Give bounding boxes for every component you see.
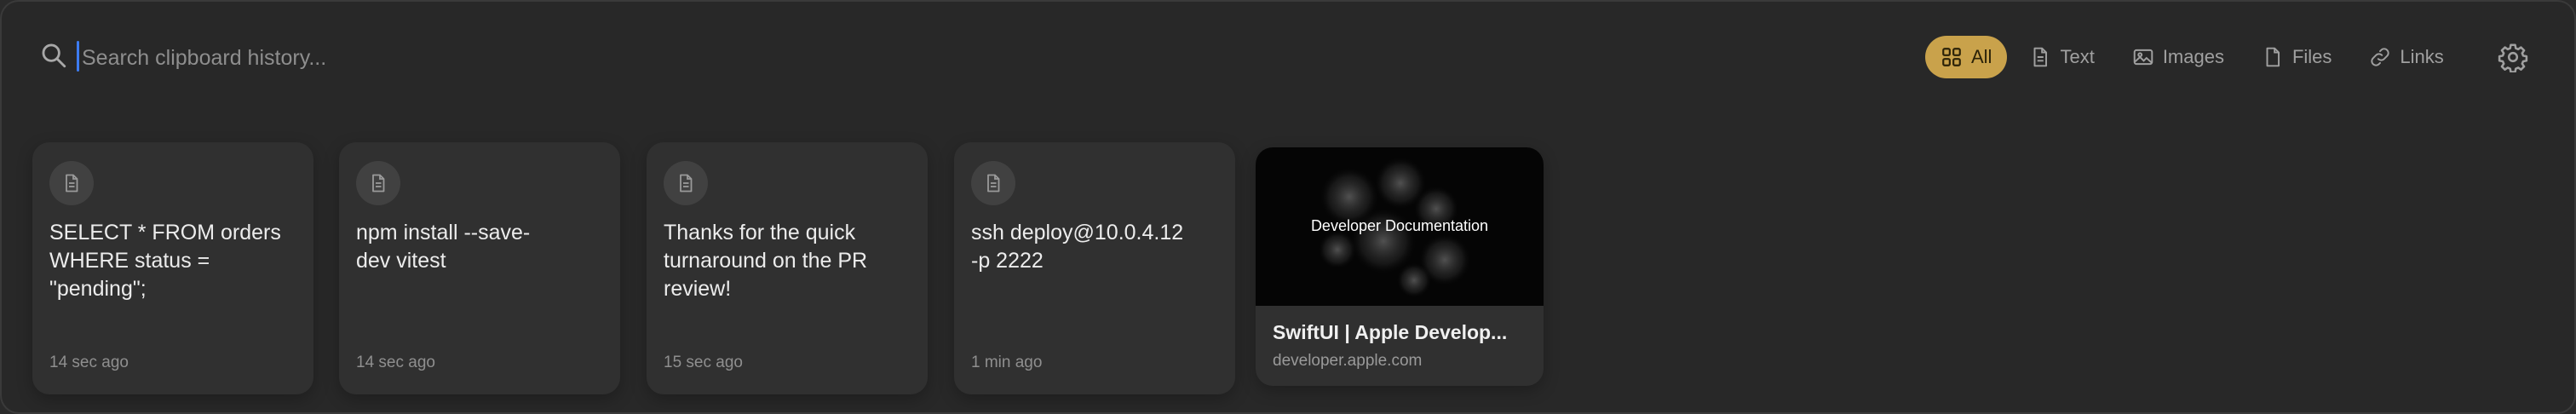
clip-card[interactable]: Thanks for the quick turnaround on the P…	[647, 142, 928, 394]
clip-timestamp: 14 sec ago	[356, 354, 435, 371]
clip-timestamp: 1 min ago	[971, 354, 1043, 371]
clip-timestamp: 14 sec ago	[49, 354, 129, 371]
filter-bar: All Text Images Files Links	[1925, 36, 2466, 78]
clip-content: SELECT * FROM orders WHERE status = "pen…	[49, 221, 281, 301]
clip-content: npm install --save- dev vitest	[356, 221, 531, 273]
filter-images[interactable]: Images	[2117, 36, 2240, 78]
image-icon	[2133, 49, 2153, 66]
filter-label: All	[1971, 46, 1992, 67]
document-icon	[971, 161, 1015, 205]
document-icon	[356, 161, 400, 205]
search-input[interactable]	[80, 37, 1106, 78]
filter-text[interactable]: Text	[2014, 36, 2109, 78]
file-icon	[2266, 47, 2280, 67]
clipboard-panel: All Text Images Files	[0, 0, 2576, 414]
link-title: SwiftUI | Apple Develop...	[1273, 321, 1508, 343]
link-clip-card[interactable]: Developer Documentation SwiftUI | Apple …	[1256, 147, 1544, 386]
filter-links[interactable]: Links	[2354, 36, 2458, 78]
grid-icon	[1942, 48, 1961, 66]
text-caret	[77, 41, 79, 72]
filter-all[interactable]: All	[1925, 36, 2008, 78]
clip-timestamp: 15 sec ago	[664, 354, 743, 371]
clip-content: Thanks for the quick turnaround on the P…	[664, 221, 868, 301]
filter-label: Files	[2291, 46, 2332, 67]
filter-files[interactable]: Files	[2246, 36, 2347, 78]
filter-label: Links	[2400, 46, 2444, 67]
clip-card[interactable]: ssh deploy@10.0.4.12 -p 2222 1 min ago	[954, 142, 1235, 394]
filter-label: Text	[2060, 46, 2095, 67]
link-icon	[2371, 48, 2390, 66]
search-icon	[39, 41, 68, 70]
link-domain: developer.apple.com	[1273, 352, 1423, 370]
clip-card[interactable]: npm install --save- dev vitest 14 sec ag…	[339, 142, 620, 394]
thumbnail-title: Developer Documentation	[1310, 217, 1489, 234]
document-icon	[2033, 47, 2048, 67]
clip-content: ssh deploy@10.0.4.12 -p 2222	[971, 221, 1184, 273]
link-thumbnail: Developer Documentation	[1256, 147, 1544, 306]
gear-icon[interactable]	[2498, 42, 2528, 73]
filter-label: Images	[2162, 46, 2224, 67]
clip-card[interactable]: SELECT * FROM orders WHERE status = "pen…	[32, 142, 313, 394]
document-icon	[49, 161, 94, 205]
document-icon	[664, 161, 708, 205]
